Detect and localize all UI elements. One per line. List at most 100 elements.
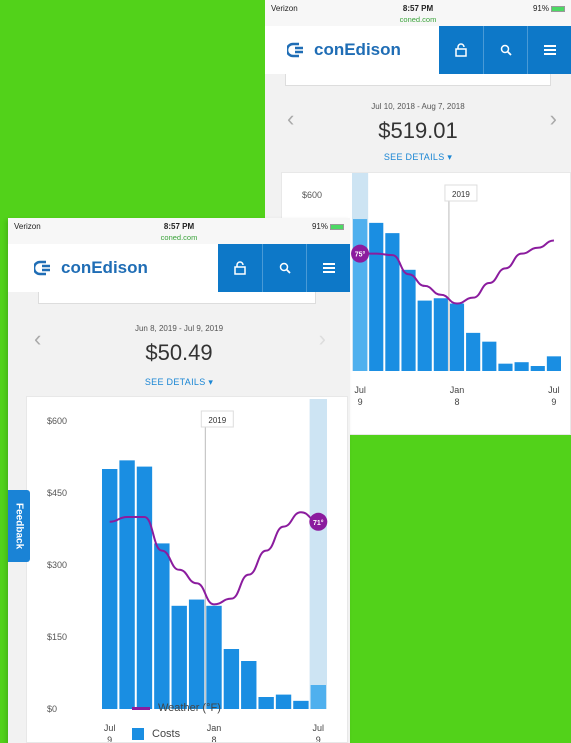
cost-bar (241, 661, 257, 709)
x-tick-month: Jul (354, 385, 366, 395)
coned-logo-icon (34, 260, 50, 276)
cost-bar (136, 466, 153, 709)
battery-indicator: 91% (533, 4, 565, 13)
front-screenshot: Verizon 8:57 PM 91% coned.com conEdison … (8, 218, 350, 743)
feedback-label: Feedback (13, 502, 25, 550)
y-tick-label: $300 (47, 560, 67, 570)
cost-bar (385, 233, 400, 371)
cost-bar (206, 605, 222, 709)
usage-chart: $600 $450 $300 $150 $0 2019 71° Jul 9 Jan 8 Jul 9 (26, 396, 348, 743)
cost-bar (258, 697, 274, 709)
x-tick-month: Jul (548, 385, 560, 395)
selected-period-highlight (309, 399, 327, 709)
x-tick-day: 9 (551, 397, 556, 407)
x-tick-month: Jul (313, 723, 325, 733)
bill-period: Jul 10, 2018 - Aug 7, 2018 (371, 102, 465, 111)
brand-name: conEdison (314, 40, 401, 59)
cost-bar (154, 543, 170, 709)
cost-bar (417, 300, 432, 371)
y-tick-label: $600 (47, 416, 67, 426)
menu-icon[interactable] (306, 244, 350, 292)
header-actions (218, 244, 350, 292)
battery-icon (330, 223, 344, 230)
header-actions (439, 26, 571, 74)
search-icon[interactable] (483, 26, 527, 74)
cost-bar (482, 341, 497, 371)
menu-icon[interactable] (527, 26, 571, 74)
brand-logo[interactable]: conEdison (34, 258, 148, 278)
cost-bar (353, 219, 368, 371)
cost-bar (171, 605, 187, 709)
url-label[interactable]: coned.com (265, 15, 571, 24)
y-tick-label: $450 (47, 488, 67, 498)
legend-costs: Costs (132, 728, 180, 740)
x-tick-month: Jul (104, 723, 116, 733)
time-label: 8:57 PM (163, 222, 195, 231)
x-tick-day: 9 (107, 735, 112, 743)
x-tick-day: 9 (316, 735, 321, 743)
cost-bar (546, 356, 561, 371)
legend-costs-label: Costs (152, 728, 181, 740)
caret-down-icon: ▾ (447, 152, 453, 162)
see-details-label: SEE DETAILS (383, 152, 445, 162)
status-bar: Verizon 8:57 PM 91% coned.com (8, 218, 350, 244)
battery-indicator: 91% (312, 222, 344, 231)
cost-bar (514, 362, 529, 371)
cost-bar (223, 649, 240, 709)
cost-bar (433, 298, 448, 371)
temperature-label: 75° (355, 251, 366, 259)
cost-bar (119, 460, 135, 709)
bill-summary-panel: ‹ › Jun 8, 2019 - Jul 9, 2019 $50.49 SEE… (8, 292, 350, 743)
y-tick-label: $150 (47, 632, 67, 642)
account-field[interactable] (38, 292, 316, 304)
battery-label: 91% (532, 4, 549, 13)
year-tag: 2019 (452, 190, 470, 199)
cost-bar (188, 599, 205, 709)
cost-bar (401, 269, 416, 371)
bill-period: Jun 8, 2019 - Jul 9, 2019 (134, 324, 224, 333)
cost-bar (498, 363, 513, 371)
legend-line-swatch (132, 706, 150, 710)
year-tag: 2019 (208, 416, 226, 425)
legend-bar-swatch (132, 728, 144, 740)
cost-bar (310, 685, 326, 709)
legend-weather-label: Weather (°F) (158, 702, 221, 714)
feedback-tab[interactable]: Feedback (8, 490, 30, 562)
x-tick-month: Jan (450, 385, 465, 395)
bill-amount: $519.01 (378, 118, 458, 143)
cost-bar (102, 469, 118, 709)
cost-bar (369, 222, 384, 371)
see-details-label: SEE DETAILS (144, 377, 206, 387)
url-label[interactable]: coned.com (8, 233, 350, 242)
x-tick-month: Jan (207, 723, 222, 733)
coned-logo-icon (287, 42, 303, 58)
app-header: conEdison (8, 244, 350, 292)
x-tick-day: 9 (358, 397, 363, 407)
status-bar: Verizon 8:57 PM 91% coned.com (265, 0, 571, 26)
see-details-link[interactable]: SEE DETAILS ▾ (8, 377, 350, 388)
lock-icon[interactable] (439, 26, 483, 74)
app-header: conEdison (265, 26, 571, 74)
cost-bar (466, 332, 481, 371)
cost-bar (275, 694, 292, 709)
x-tick-day: 8 (211, 735, 216, 743)
battery-icon (551, 5, 565, 12)
account-field[interactable] (285, 74, 551, 86)
caret-down-icon: ▾ (208, 377, 214, 387)
temperature-label: 71° (313, 519, 324, 527)
battery-label: 91% (311, 222, 328, 231)
brand-logo[interactable]: conEdison (287, 40, 401, 60)
see-details-link[interactable]: SEE DETAILS ▾ (265, 152, 571, 163)
time-label: 8:57 PM (402, 4, 434, 13)
bill-amount: $50.49 (145, 340, 213, 365)
cost-bar (293, 700, 309, 709)
cost-bar (530, 366, 545, 371)
legend-weather: Weather (°F) (132, 702, 221, 714)
lock-icon[interactable] (218, 244, 262, 292)
cost-bar (449, 303, 465, 371)
y-tick-label: $0 (47, 704, 57, 714)
brand-name: conEdison (61, 258, 148, 277)
x-tick-day: 8 (454, 397, 459, 407)
search-icon[interactable] (262, 244, 306, 292)
y-tick-label: $600 (302, 190, 322, 200)
